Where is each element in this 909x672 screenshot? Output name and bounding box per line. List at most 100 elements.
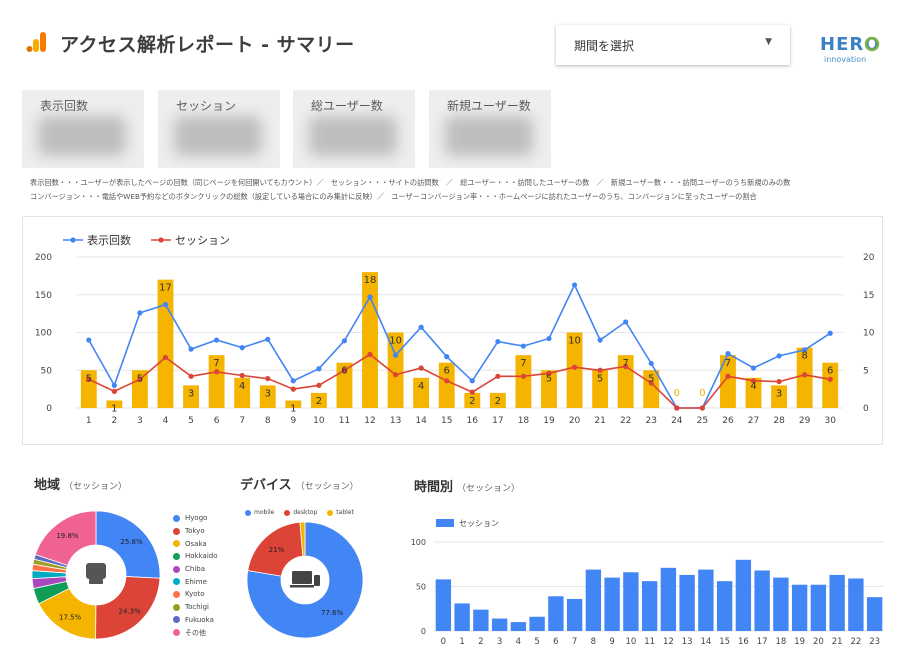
hourly-bar (866, 597, 883, 631)
x-tick-label: 12 (364, 416, 375, 426)
y-tick: 100 (411, 538, 426, 547)
legend-dot (173, 527, 180, 535)
sessions-point (188, 373, 194, 379)
x-tick-label: 5 (188, 416, 194, 426)
x-tick-label: 14 (700, 637, 711, 647)
x-tick-label: 17 (492, 416, 503, 426)
legend-sessions-label: セッション (175, 234, 230, 247)
kpi-card-sessions: セッション (158, 90, 280, 168)
kpi-card-pageviews: 表示回数 (22, 90, 144, 168)
x-tick-label: 22 (620, 416, 631, 426)
bar-data-label: 10 (568, 336, 581, 347)
legend-item: Tokyo (173, 525, 218, 538)
bar-data-label: 7 (725, 358, 731, 369)
x-tick-label: 0 (441, 637, 446, 647)
computer-icon-base (290, 585, 314, 588)
pageviews-point (776, 353, 782, 359)
legend-item: Fukuoka (173, 614, 218, 627)
hourly-bar (566, 598, 583, 631)
x-tick-label: 2 (111, 416, 117, 426)
bar-data-label: 4 (239, 381, 245, 392)
daily-bar (362, 272, 378, 408)
bar-data-label: 6 (341, 366, 347, 377)
x-tick-label: 18 (775, 637, 786, 647)
hourly-bar (604, 577, 620, 631)
hourly-bar (660, 567, 677, 631)
pageviews-point (214, 337, 220, 343)
kpi-title: 表示回数 (40, 99, 89, 113)
legend-swatch (436, 519, 454, 527)
bar-data-label: 0 (699, 388, 705, 399)
bar-data-label: 18 (364, 275, 377, 286)
bar-data-label: 5 (546, 373, 552, 384)
legend-label: セッション (459, 519, 499, 528)
bar-data-label: 5 (597, 373, 603, 384)
hourly-bar (829, 574, 845, 631)
pageviews-point (725, 351, 731, 357)
pageviews-point (392, 352, 399, 358)
x-tick-label: 25 (697, 416, 708, 426)
y-tick-left: 200 (35, 253, 52, 263)
x-tick-label: 15 (441, 416, 452, 426)
x-tick-label: 27 (748, 416, 759, 426)
definition-note: 表示回数・・・ユーザーが表示したページの回数（同じページを何回開いてもカウント）… (30, 178, 791, 187)
pageviews-line (88, 283, 831, 409)
bar-data-label: 8 (801, 351, 807, 362)
region-title-text: 地域 (34, 478, 61, 493)
x-tick-label: 7 (239, 416, 245, 426)
pageviews-point (827, 330, 833, 336)
period-select[interactable]: 期間を選択 ▼ (556, 25, 790, 65)
bar-data-label: 7 (213, 358, 219, 369)
x-tick-label: 16 (467, 416, 479, 426)
pageviews-point (520, 343, 527, 349)
x-tick-label: 6 (214, 416, 220, 426)
pageviews-point (546, 335, 552, 342)
region-title-sub: （セッション） (64, 482, 128, 492)
legend-label: Fukuoka (185, 615, 214, 624)
pie-slice-label: 17.5% (59, 614, 82, 622)
phone-icon (314, 575, 320, 586)
period-select-label: 期間を選択 (574, 39, 635, 53)
x-tick-label: 29 (799, 416, 811, 426)
hourly-bar (641, 581, 658, 631)
y-tick-left: 0 (46, 404, 52, 414)
sessions-point (162, 354, 169, 361)
sessions-point (392, 372, 399, 378)
bar-data-label: 7 (520, 358, 526, 369)
legend-dot (173, 540, 180, 548)
pageviews-point (86, 337, 92, 343)
pageviews-point (188, 346, 194, 352)
x-tick-label: 3 (497, 637, 502, 647)
hourly-bar (435, 579, 452, 631)
legend-item: Ehime (173, 575, 218, 588)
y-tick-right: 5 (863, 366, 869, 376)
x-tick-label: 10 (625, 637, 636, 647)
device-title-text: デバイス (240, 478, 292, 493)
x-tick-label: 21 (594, 416, 605, 426)
pageviews-point (648, 360, 654, 367)
x-tick-label: 9 (290, 416, 296, 426)
x-tick-label: 19 (543, 416, 555, 426)
device-donut-chart: 77.6% 21% (246, 521, 364, 639)
legend-dot (173, 514, 180, 522)
hourly-bar (698, 569, 714, 631)
kpi-card-new-users: 新規ユーザー数 (429, 90, 551, 168)
definition-note: コンバージョン・・・電話やWEB予約などのボタンクリックの総数（設定している場合… (30, 192, 757, 201)
bar-data-label: 6 (444, 366, 450, 377)
seat-icon-base (89, 579, 103, 584)
sessions-point (699, 405, 705, 411)
x-tick-label: 20 (813, 637, 824, 647)
bar-data-label: 4 (750, 381, 756, 392)
bar-data-label: 6 (827, 366, 833, 377)
hourly-bar (791, 584, 808, 631)
legend-item: Hokkaido (173, 550, 218, 563)
kpi-title: セッション (176, 99, 237, 113)
legend-dot (173, 565, 180, 573)
y-tick-left: 50 (41, 366, 53, 376)
kpi-title: 総ユーザー数 (311, 99, 383, 113)
x-tick-label: 7 (572, 637, 577, 647)
hourly-bar-chart: 0501000 1 2 3 4 5 6 7 8 9 10 11 12 13 14 15 16 17 18 19 20 21… (411, 519, 884, 647)
kpi-value-redacted (38, 116, 126, 156)
sessions-point (290, 386, 296, 392)
hourly-bar (491, 618, 508, 631)
